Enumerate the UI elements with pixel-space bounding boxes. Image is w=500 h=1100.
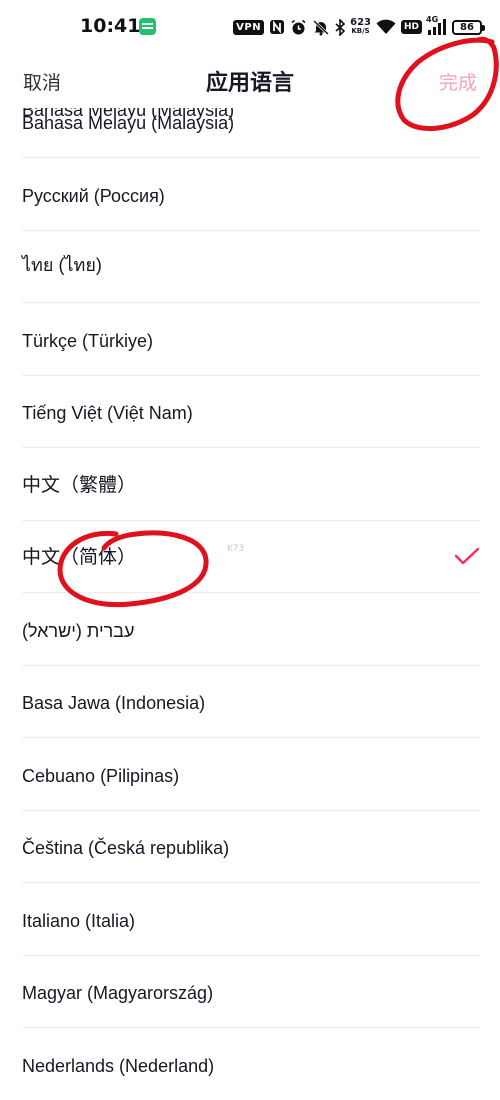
- status-time: 10:41: [80, 15, 141, 37]
- clipped-first-row: Bahasa Melayu (Malaysia): [22, 108, 480, 122]
- language-item[interactable]: Čeština (Česká republika): [22, 811, 480, 883]
- wifi-icon: [376, 19, 396, 35]
- app-language-screen: Bahasa Melayu (Malaysia) Русский (Россия…: [0, 0, 500, 1100]
- language-item[interactable]: עברית (ישראל): [22, 593, 480, 666]
- language-label: ไทย (ไทย): [22, 255, 102, 275]
- status-icons: VPN 623 KB/S HD 4G 86: [233, 14, 485, 40]
- done-button[interactable]: 完成: [439, 68, 477, 95]
- message-app-icon: [139, 18, 156, 35]
- page-title: 应用语言: [205, 71, 294, 96]
- battery-icon: 86: [452, 19, 485, 35]
- mute-icon: [312, 19, 330, 36]
- network-speed-unit: KB/S: [351, 27, 370, 35]
- nfc-icon: [269, 19, 285, 35]
- language-item[interactable]: Tiếng Việt (Việt Nam): [22, 376, 480, 448]
- language-list: Bahasa Melayu (Malaysia) Русский (Россия…: [0, 86, 500, 1100]
- language-item[interactable]: 中文（繁體）: [22, 448, 480, 521]
- language-item[interactable]: ไทย (ไทย): [22, 231, 480, 303]
- language-label: 中文（简体）: [22, 546, 137, 568]
- language-item[interactable]: Русский (Россия): [22, 158, 480, 231]
- hd-icon: HD: [400, 20, 422, 34]
- language-label: Türkçe (Türkiye): [22, 330, 154, 351]
- checkmark-icon: [454, 547, 480, 564]
- battery-level: 86: [460, 21, 474, 33]
- language-label: Basa Jawa (Indonesia): [22, 693, 206, 713]
- network-speed-value: 623: [350, 17, 371, 28]
- nav-header: 取消 应用语言 完成: [0, 56, 500, 106]
- language-item[interactable]: Basa Jawa (Indonesia): [22, 666, 480, 738]
- alarm-icon: [290, 19, 307, 36]
- signal-type: 4G: [426, 14, 439, 24]
- language-label: Tiếng Việt (Việt Nam): [22, 403, 193, 423]
- language-label: Cebuano (Pilipinas): [22, 765, 180, 786]
- language-item[interactable]: Italiano (Italia): [22, 883, 480, 956]
- language-label: עברית (ישראל): [22, 620, 135, 641]
- language-item[interactable]: Türkçe (Türkiye): [22, 303, 480, 376]
- language-label: Русский (Россия): [22, 185, 165, 206]
- language-item[interactable]: Magyar (Magyarország): [22, 956, 480, 1028]
- language-label: Italiano (Italia): [22, 910, 136, 931]
- language-item-selected[interactable]: 中文（简体）: [22, 521, 480, 593]
- language-label: Magyar (Magyarország): [22, 983, 214, 1003]
- language-label: Čeština (Česká republika): [22, 838, 230, 858]
- network-speed: 623 KB/S: [350, 18, 371, 36]
- language-label: 中文（繁體）: [22, 473, 137, 496]
- language-item[interactable]: Cebuano (Pilipinas): [22, 738, 480, 811]
- status-bar: 10:41 VPN 623 KB/S HD 4G 86: [0, 0, 500, 56]
- language-item[interactable]: Nederlands (Nederland): [22, 1028, 480, 1100]
- bluetooth-icon: [335, 18, 346, 36]
- language-label: Nederlands (Nederland): [22, 1055, 215, 1076]
- watermark: K73: [227, 544, 245, 554]
- vpn-icon: VPN: [233, 19, 265, 35]
- signal-icon: 4G: [426, 15, 447, 36]
- language-label-clipped: Bahasa Melayu (Malaysia): [22, 108, 235, 120]
